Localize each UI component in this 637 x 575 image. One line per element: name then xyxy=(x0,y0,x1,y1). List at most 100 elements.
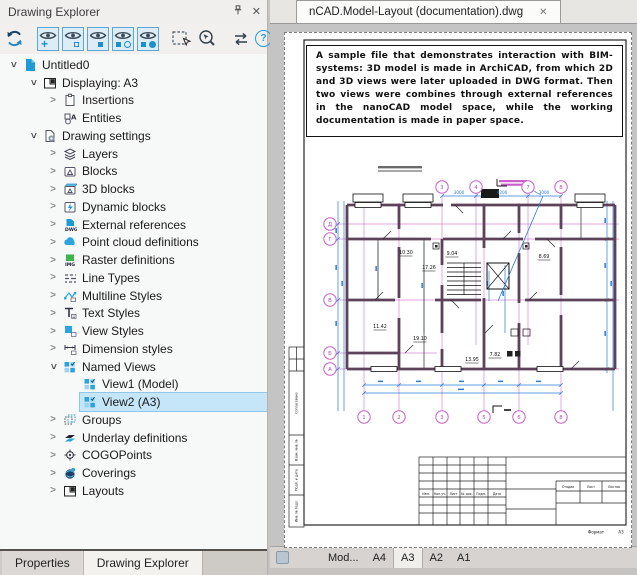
cogo-icon xyxy=(62,448,77,462)
chevron-down-icon[interactable]: > xyxy=(8,58,19,72)
viewstyles-icon xyxy=(62,324,77,338)
drawing-canvas[interactable]: 3 4 7 8 Д Г В Б А 1 2 3 5 6 8 3000 4200 … xyxy=(270,24,637,548)
format-label: Формат xyxy=(588,530,605,535)
sidebar-item-dimension-styles[interactable]: > Dimension styles xyxy=(0,340,267,358)
eye-filled-square-button[interactable] xyxy=(87,26,109,51)
dimstyles-icon xyxy=(62,342,77,356)
eye-plus-button[interactable]: + xyxy=(37,26,59,51)
svg-text:Взам. инв. №: Взам. инв. № xyxy=(295,439,299,461)
sidebar-item-point-cloud-definitions[interactable]: > Point cloud definitions xyxy=(0,234,267,252)
sidebar-item-line-types[interactable]: > Line Types xyxy=(0,269,267,287)
chevron-right-icon[interactable]: > xyxy=(46,148,60,159)
axis-label: Г xyxy=(328,237,331,243)
sidebar-item-layers[interactable]: > Layers xyxy=(0,145,267,163)
sheet-tab-a4[interactable]: A4 xyxy=(366,547,393,568)
settings-icon xyxy=(42,129,57,143)
zoom-to-object-button[interactable] xyxy=(196,27,218,51)
room-area-label: 7.82 xyxy=(490,352,501,358)
chevron-right-icon[interactable]: > xyxy=(46,255,60,266)
eye-solid-circle-button[interactable] xyxy=(137,26,159,51)
explorer-tree: >Untitled0>Displaying: A3>Insertions>AEn… xyxy=(0,54,267,549)
swap-icon[interactable] xyxy=(230,27,252,51)
chevron-right-icon[interactable]: > xyxy=(46,237,60,248)
sidebar-item-underlay-definitions[interactable]: > Underlay definitions xyxy=(0,429,267,447)
chevron-right-icon[interactable]: > xyxy=(46,219,60,230)
chevron-right-icon[interactable]: > xyxy=(46,450,60,461)
file-icon xyxy=(22,58,37,72)
chevron-down-icon[interactable]: > xyxy=(48,360,59,374)
sidebar-item-groups[interactable]: > Groups xyxy=(0,411,267,429)
entities-icon: A xyxy=(62,111,77,125)
document-tab[interactable]: nCAD.Model-Layout (documentation).dwg ✕ xyxy=(296,0,561,23)
sidebar-item-raster-definitions[interactable]: > IMG Raster definitions xyxy=(0,251,267,269)
coverings-icon xyxy=(62,466,77,480)
chevron-right-icon[interactable]: > xyxy=(46,468,60,479)
chevron-right-icon[interactable]: > xyxy=(46,95,60,106)
panel-tab-properties[interactable]: Properties xyxy=(2,551,84,575)
sidebar-item-named-views[interactable]: > Named Views xyxy=(0,358,267,376)
sheet-tabs-menu-button[interactable] xyxy=(276,551,289,564)
axis-label: 5 xyxy=(482,415,485,421)
room-area-label: 19.10 xyxy=(413,336,427,342)
dimension-value: 4200 xyxy=(497,190,508,195)
chevron-right-icon[interactable]: > xyxy=(46,184,60,195)
tab-close-icon[interactable]: ✕ xyxy=(539,7,547,18)
axis-label: 7 xyxy=(526,185,529,191)
eye-square-button[interactable] xyxy=(62,26,84,51)
svg-text:Листов: Листов xyxy=(608,485,620,489)
sidebar-item-view-styles[interactable]: > View Styles xyxy=(0,322,267,340)
document-tab-bar: nCAD.Model-Layout (documentation).dwg ✕ xyxy=(270,0,637,24)
dimension-value: 3000 xyxy=(539,190,550,195)
view-icon xyxy=(82,377,97,391)
sidebar-item-blocks[interactable]: > Blocks xyxy=(0,163,267,181)
layout-icon xyxy=(42,76,57,90)
sidebar-item-label: Text Styles xyxy=(82,306,141,321)
chevron-right-icon[interactable]: > xyxy=(46,485,60,496)
close-icon[interactable]: ✕ xyxy=(252,5,261,18)
sidebar-item-entities[interactable]: >AEntities xyxy=(0,109,267,127)
svg-text:Инв. № подл.: Инв. № подл. xyxy=(295,500,299,522)
sidebar-item-dynamic-blocks[interactable]: > Dynamic blocks xyxy=(0,198,267,216)
svg-text:Подп.: Подп. xyxy=(476,492,486,496)
sidebar-item-view1-model[interactable]: >View1 (Model) xyxy=(0,376,267,394)
chevron-right-icon[interactable]: > xyxy=(46,343,60,354)
sidebar-item-insertions[interactable]: > Insertions xyxy=(0,92,267,110)
chevron-right-icon[interactable]: > xyxy=(46,201,60,212)
eye-circle-button[interactable] xyxy=(112,26,134,51)
sheet-tab-a2[interactable]: A2 xyxy=(423,547,450,568)
panel-tab-drawing-explorer[interactable]: Drawing Explorer xyxy=(83,551,203,575)
chevron-right-icon[interactable]: > xyxy=(46,308,60,319)
chevron-right-icon[interactable]: > xyxy=(46,414,60,425)
sidebar-item-external-references[interactable]: > DWG External references xyxy=(0,216,267,234)
sheet-tab-mod[interactable]: Mod... xyxy=(321,547,366,568)
refresh-button[interactable] xyxy=(4,27,25,51)
chevron-right-icon[interactable]: > xyxy=(46,432,60,443)
sidebar-item-text-styles[interactable]: > Text Styles xyxy=(0,305,267,323)
sheet-tab-a3[interactable]: A3 xyxy=(393,547,423,568)
sidebar-item-displaying-a3[interactable]: > Displaying: A3 xyxy=(0,74,267,92)
chevron-down-icon[interactable]: > xyxy=(28,129,39,143)
sidebar-item-cogopoints[interactable]: > COGOPoints xyxy=(0,447,267,465)
room-area-label: 13.95 xyxy=(465,357,479,363)
chevron-right-icon[interactable]: > xyxy=(46,166,60,177)
chevron-right-icon[interactable]: > xyxy=(46,290,60,301)
svg-text:Изм.: Изм. xyxy=(422,492,430,496)
chevron-right-icon[interactable]: > xyxy=(46,272,60,283)
sidebar-item-multiline-styles[interactable]: > Multiline Styles xyxy=(0,287,267,305)
sidebar-item-layouts[interactable]: > Layouts xyxy=(0,482,267,500)
axis-label: 3 xyxy=(440,415,443,421)
chevron-right-icon[interactable]: > xyxy=(46,326,60,337)
layouts-icon xyxy=(62,484,77,498)
sidebar-item-coverings[interactable]: > Coverings xyxy=(0,464,267,482)
sidebar-item-3d-blocks[interactable]: >3D blocks xyxy=(0,180,267,198)
multiline-icon xyxy=(62,289,77,303)
sidebar-item-drawing-settings[interactable]: > Drawing settings xyxy=(0,127,267,145)
pin-icon[interactable] xyxy=(232,4,244,19)
panel-title: Drawing Explorer xyxy=(8,4,101,19)
sidebar-item-untitled0[interactable]: > Untitled0 xyxy=(0,56,267,74)
sheet-tab-a1[interactable]: A1 xyxy=(450,547,477,568)
sidebar-item-view2-a3[interactable]: >View2 (A3) xyxy=(0,392,267,412)
sidebar-item-label: View1 (Model) xyxy=(102,377,179,392)
chevron-down-icon[interactable]: > xyxy=(28,76,39,90)
select-objects-button[interactable] xyxy=(171,27,193,51)
